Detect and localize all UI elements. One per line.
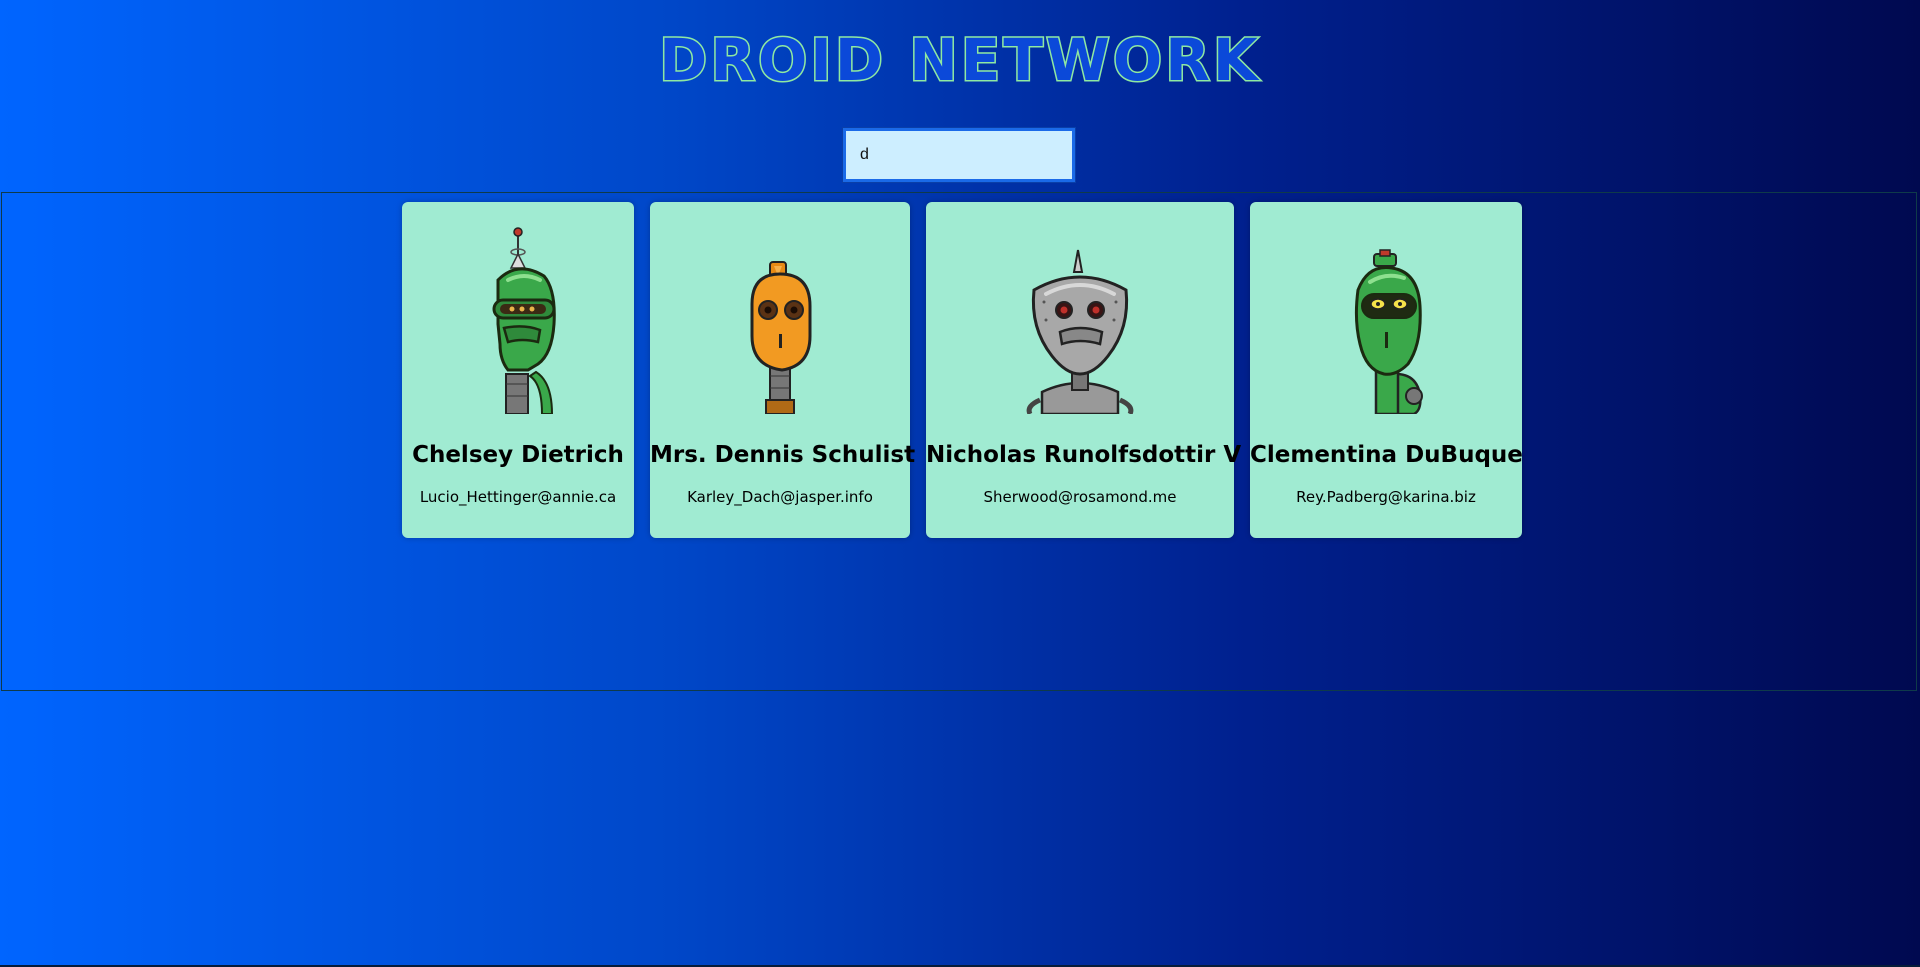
- card-name: Nicholas Runolfsdottir V: [926, 442, 1242, 468]
- search-input[interactable]: [842, 127, 1076, 183]
- green-robot-icon: [1354, 249, 1423, 414]
- card-email: Rey.Padberg@karina.biz: [1296, 488, 1476, 506]
- card-name: Clementina DuBuque: [1250, 442, 1523, 468]
- robot-card[interactable]: Mrs. Dennis Schulist Karley_Dach@jasper.…: [650, 202, 916, 538]
- green-robot-icon: [492, 227, 556, 414]
- card-email: Karley_Dach@jasper.info: [687, 488, 873, 506]
- card-list[interactable]: Chelsey Dietrich Lucio_Hettinger@annie.c…: [1, 192, 1917, 691]
- app-title: DROID NETWORK: [658, 25, 1261, 96]
- gray-robot-icon: [1026, 249, 1134, 414]
- robot-card[interactable]: Chelsey Dietrich Lucio_Hettinger@annie.c…: [402, 202, 634, 538]
- robot-card[interactable]: Nicholas Runolfsdottir V Sherwood@rosamo…: [926, 202, 1242, 538]
- orange-robot-icon: [750, 261, 812, 414]
- robot-card[interactable]: Clementina DuBuque Rey.Padberg@karina.bi…: [1250, 202, 1523, 538]
- card-email: Sherwood@rosamond.me: [983, 488, 1177, 506]
- card-name: Mrs. Dennis Schulist: [650, 442, 916, 468]
- card-name: Chelsey Dietrich: [412, 442, 624, 468]
- card-email: Lucio_Hettinger@annie.ca: [419, 488, 617, 506]
